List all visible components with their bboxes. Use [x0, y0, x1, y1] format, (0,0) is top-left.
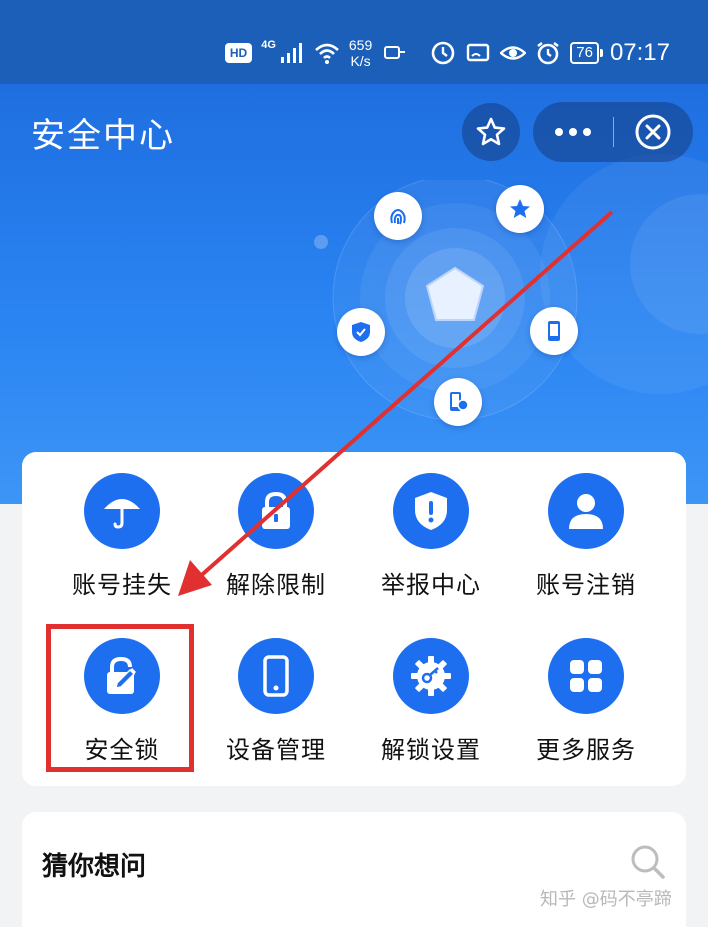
unlock-padlock-icon	[262, 491, 290, 529]
fingerprint-icon	[390, 209, 406, 225]
battery-indicator: 76	[570, 42, 603, 64]
service-label: 账号挂失	[72, 571, 172, 599]
search-icon[interactable]	[628, 842, 668, 882]
service-account-lost[interactable]: 账号挂失	[44, 452, 200, 602]
guess-title: 猜你想问	[42, 852, 147, 882]
umbrella-icon	[104, 499, 140, 529]
service-label: 账号注销	[536, 571, 636, 599]
close-circle-icon	[635, 114, 671, 150]
service-icon-wrap	[238, 473, 314, 549]
device-user-button	[434, 378, 482, 426]
vpn-icon	[384, 46, 406, 59]
service-device-management[interactable]: 设备管理	[198, 617, 354, 767]
speed-unit: K/s	[350, 53, 371, 69]
gear-key-icon	[411, 656, 451, 696]
device-user-icon	[450, 392, 469, 411]
clock: 07:17	[609, 39, 670, 66]
shield-check-icon	[352, 322, 370, 342]
phone-icon	[548, 321, 560, 341]
star-icon	[476, 117, 506, 146]
wifi-icon	[315, 43, 339, 64]
star-badge-button	[496, 185, 544, 233]
shield-button	[337, 308, 385, 356]
shield-alert-icon	[415, 492, 447, 530]
phone-button	[530, 307, 578, 355]
page-title: 安全中心	[31, 116, 175, 156]
service-label: 解锁设置	[381, 736, 481, 764]
network-type: 4G	[261, 39, 276, 51]
phone-icon	[263, 655, 289, 697]
mini-program-capsule	[533, 102, 693, 162]
service-account-cancel[interactable]: 账号注销	[508, 452, 664, 602]
service-label: 举报中心	[381, 571, 481, 599]
watermark: 知乎 @码不亭蹄	[540, 889, 672, 910]
status-bar: HD 4G 659 K/s 76 07:17	[0, 0, 708, 84]
service-label: 解除限制	[226, 571, 326, 599]
annotation-highlight-box	[46, 624, 194, 772]
service-more[interactable]: 更多服务	[508, 617, 664, 767]
security-radar	[330, 180, 580, 430]
signal-icon	[280, 43, 302, 63]
service-icon-wrap	[548, 473, 624, 549]
grid-apps-icon	[570, 660, 602, 692]
fingerprint-button	[374, 192, 422, 240]
service-icon-wrap	[393, 638, 469, 714]
service-remove-restriction[interactable]: 解除限制	[198, 452, 354, 602]
service-icon-wrap	[84, 473, 160, 549]
cast-icon	[467, 43, 490, 62]
service-label: 更多服务	[536, 736, 636, 764]
hd-badge: HD	[224, 43, 253, 63]
close-button[interactable]	[614, 102, 692, 162]
favorite-button[interactable]	[462, 103, 520, 161]
status-icons: HD 4G 659 K/s 76 07:17	[224, 36, 670, 70]
alarm-lock-icon	[431, 41, 455, 65]
service-icon-wrap	[393, 473, 469, 549]
alarm-icon	[537, 42, 559, 65]
service-icon-wrap	[548, 638, 624, 714]
service-label: 设备管理	[226, 736, 326, 764]
network-speed: 659 K/s	[349, 37, 372, 69]
service-report-center[interactable]: 举报中心	[353, 452, 509, 602]
user-icon	[569, 494, 603, 529]
more-dots-icon	[555, 128, 591, 136]
speed-value: 659	[348, 37, 373, 53]
star-badge-icon	[510, 199, 530, 218]
eye-icon	[500, 46, 527, 60]
service-unlock-settings[interactable]: 解锁设置	[353, 617, 509, 767]
service-icon-wrap	[238, 638, 314, 714]
more-button[interactable]	[533, 102, 613, 162]
